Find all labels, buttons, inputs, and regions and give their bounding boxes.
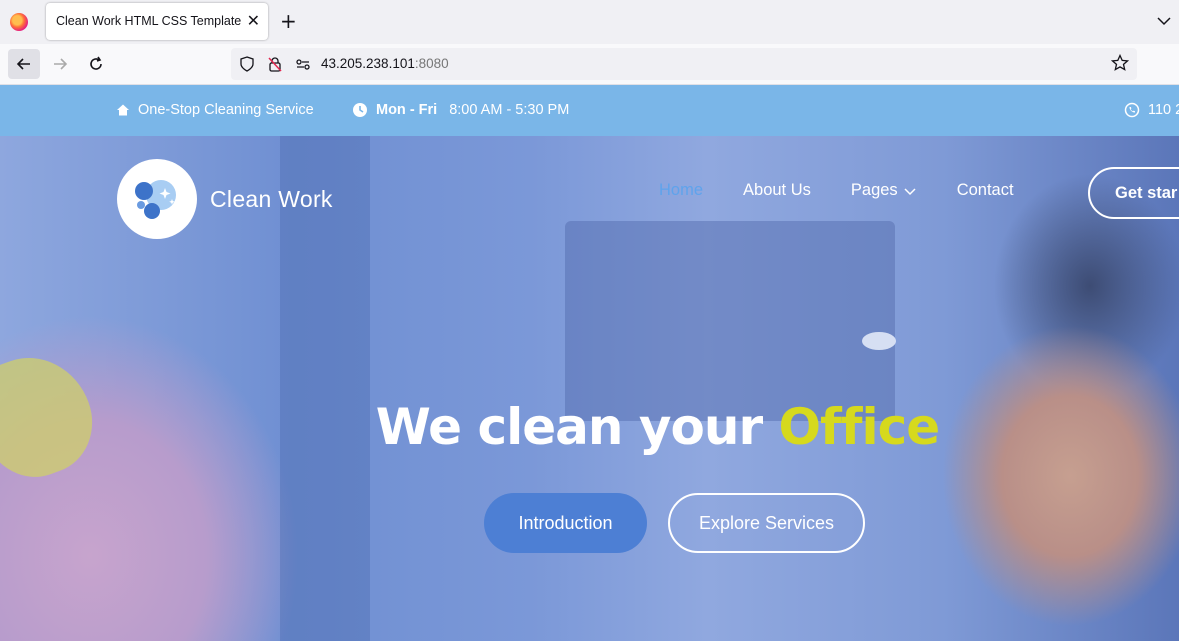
headline-accent: Office	[778, 398, 941, 456]
hero-background-window	[565, 221, 895, 421]
browser-tab[interactable]: Clean Work HTML CSS Template ✕	[46, 3, 268, 40]
bookmark-star-icon[interactable]	[1111, 54, 1129, 72]
firefox-icon[interactable]	[10, 13, 28, 31]
insecure-lock-icon[interactable]	[267, 56, 283, 72]
url-host: 43.205.238.101	[321, 56, 415, 71]
whatsapp-icon	[1124, 102, 1140, 118]
hours-text: 8:00 AM - 5:30 PM	[449, 102, 570, 118]
clock-icon	[353, 103, 367, 117]
hero-background-lamp	[862, 332, 896, 350]
headline-main: We clean your	[375, 398, 779, 456]
explore-services-button[interactable]: Explore Services	[668, 493, 865, 553]
reload-button[interactable]	[80, 49, 112, 79]
nav-about-us[interactable]: About Us	[743, 181, 811, 200]
phone-info[interactable]: 110 2	[1124, 102, 1179, 118]
tab-title: Clean Work HTML CSS Template	[56, 14, 242, 28]
url-port: :8080	[414, 56, 449, 71]
browser-tab-bar: Clean Work HTML CSS Template ✕ +	[0, 0, 1179, 44]
logo-badge	[117, 159, 197, 239]
forward-button[interactable]	[44, 49, 76, 79]
address-bar[interactable]: 43.205.238.101:8080	[231, 48, 1137, 80]
nav-home[interactable]: Home	[659, 181, 703, 200]
close-tab-icon[interactable]: ✕	[247, 12, 260, 30]
arrow-left-icon	[16, 58, 30, 70]
url-text[interactable]: 43.205.238.101:8080	[321, 56, 449, 71]
nav-pages-label: Pages	[850, 181, 898, 199]
main-navigation: Home About Us Pages Contact	[659, 181, 1054, 200]
bubbles-logo-icon	[135, 180, 176, 219]
service-text: One-Stop Cleaning Service	[138, 102, 314, 118]
introduction-button[interactable]: Introduction	[484, 493, 647, 553]
new-tab-icon[interactable]: +	[280, 10, 297, 32]
reload-icon	[90, 56, 102, 70]
phone-text: 110 2	[1148, 102, 1179, 118]
hero-headline: We clean your Office	[0, 398, 1179, 456]
site-logo[interactable]: Clean Work	[117, 159, 333, 239]
browser-toolbar: 43.205.238.101:8080	[0, 44, 1179, 85]
shield-icon[interactable]	[239, 56, 255, 72]
hero-section: Clean Work Home About Us Pages Contact G…	[0, 136, 1179, 641]
get-started-button[interactable]: Get star	[1088, 167, 1179, 219]
chevron-down-icon	[904, 187, 916, 195]
nav-contact[interactable]: Contact	[957, 181, 1014, 200]
back-button[interactable]	[8, 49, 40, 79]
chevron-down-icon[interactable]	[1155, 12, 1173, 30]
hours-info: Mon - Fri 8:00 AM - 5:30 PM	[352, 102, 569, 118]
nav-pages[interactable]: Pages	[851, 181, 917, 200]
service-info: One-Stop Cleaning Service	[116, 102, 314, 118]
home-icon	[117, 104, 129, 116]
arrow-right-icon	[54, 58, 68, 70]
permissions-icon[interactable]	[295, 56, 311, 72]
info-topbar: One-Stop Cleaning Service Mon - Fri 8:00…	[0, 85, 1179, 136]
days-text: Mon - Fri	[376, 102, 438, 118]
brand-name: Clean Work	[210, 185, 333, 212]
